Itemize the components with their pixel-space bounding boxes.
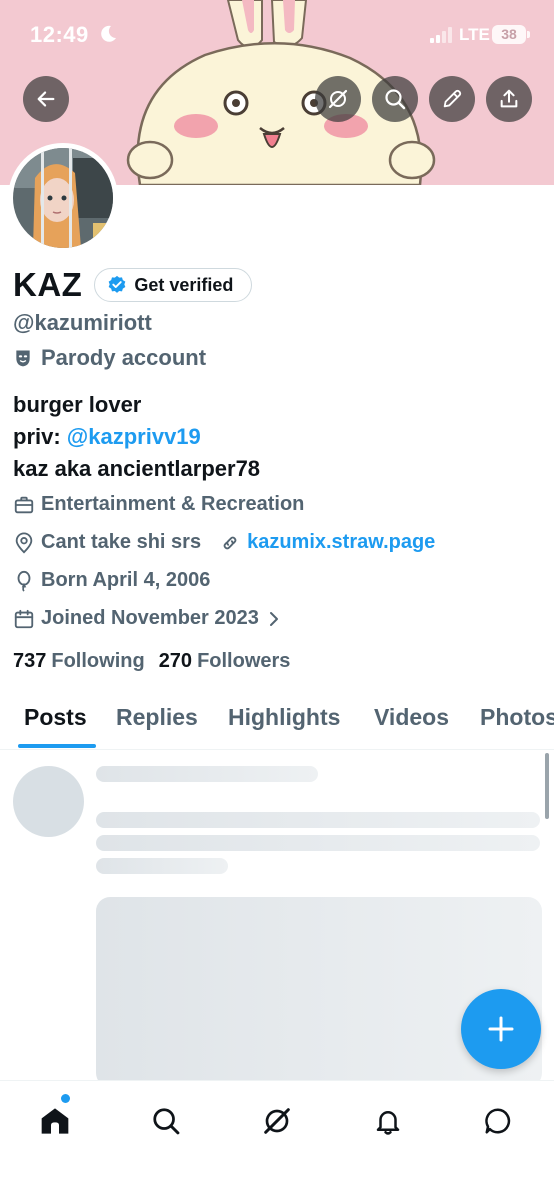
grok-icon [264, 1108, 290, 1134]
tab-highlights[interactable]: Highlights [228, 704, 340, 731]
battery-cap [527, 31, 530, 38]
profile-handle: @kazumiriott [13, 310, 152, 335]
grok-button[interactable] [315, 76, 361, 122]
skeleton-line [96, 812, 540, 828]
skeleton-line [96, 835, 540, 851]
grok-icon [328, 89, 348, 109]
get-verified-button[interactable]: Get verified [94, 268, 253, 302]
skeleton-line [96, 766, 318, 782]
briefcase-icon [14, 496, 34, 513]
scrollbar[interactable] [545, 753, 549, 819]
balloon-icon [17, 570, 31, 592]
joined-row[interactable]: Joined November 2023 [13, 607, 287, 630]
avatar-photo [13, 148, 113, 248]
do-not-disturb-moon-icon [101, 25, 116, 42]
display-name: KAZ [13, 266, 83, 303]
share-button[interactable] [486, 76, 532, 122]
tab-photos[interactable]: Photos [480, 704, 554, 731]
follow-counts: 737 Following 270 Followers [13, 650, 304, 673]
location-pin-icon [15, 532, 33, 553]
birthday-row: Born April 4, 2006 [13, 569, 210, 592]
nav-messages[interactable] [476, 1099, 520, 1143]
category-row: Entertainment & Recreation [13, 493, 304, 516]
nav-home[interactable] [33, 1099, 77, 1143]
bell-icon [376, 1111, 400, 1135]
status-bar: 12:49 LTE 38 [0, 0, 554, 70]
tab-posts[interactable]: Posts [24, 704, 87, 731]
skeleton-line [96, 858, 228, 874]
nav-search[interactable] [144, 1099, 188, 1143]
following-count[interactable]: 737 [13, 650, 46, 673]
search-profile-button[interactable] [372, 76, 418, 122]
link-icon [223, 536, 237, 549]
followers-count[interactable]: 270 [159, 650, 192, 673]
bio-line-2-prefix: priv: [13, 424, 67, 449]
bio-mention-link[interactable]: @kazprivv19 [67, 424, 201, 449]
edit-profile-button[interactable] [429, 76, 475, 122]
status-time: 12:49 [30, 22, 89, 47]
profile-category: Entertainment & Recreation [41, 493, 305, 515]
bottom-navigation [0, 1080, 554, 1200]
profile-location: Cant take shi srs [41, 531, 202, 553]
profile-joined: Joined November 2023 [41, 607, 259, 629]
location-website-row: Cant take shi srs kazumix.straw.page [13, 531, 435, 554]
skeleton-avatar [13, 766, 84, 837]
battery-indicator: 38 [492, 25, 526, 44]
profile-tabs: Posts Replies Highlights Videos Photos [0, 690, 554, 750]
search-icon [385, 89, 406, 110]
theater-mask-icon [16, 350, 30, 367]
profile-avatar[interactable] [8, 143, 118, 253]
chevron-right-icon [269, 611, 278, 626]
share-icon [500, 89, 518, 108]
nav-grok[interactable] [255, 1099, 299, 1143]
network-type: LTE [459, 25, 490, 44]
bio-line-3: kaz aka ancientlarper78 [13, 456, 261, 481]
back-button[interactable] [23, 76, 69, 122]
search-icon [153, 1108, 180, 1135]
cellular-signal-icon [430, 27, 452, 43]
parody-account-label[interactable]: Parody account [13, 345, 206, 371]
location-item: Cant take shi srs [13, 531, 201, 554]
parody-account-text: Parody account [41, 345, 207, 370]
verified-badge-icon [108, 275, 126, 293]
profile-birthday: Born April 4, 2006 [41, 569, 211, 591]
home-notification-dot [61, 1094, 70, 1103]
following-label[interactable]: Following [51, 650, 144, 673]
tab-replies[interactable]: Replies [116, 704, 198, 731]
bio-line-2: priv: @kazprivv19 [13, 421, 260, 453]
calendar-icon [14, 609, 34, 628]
plus-icon [488, 1016, 514, 1042]
profile-bio: burger lover priv: @kazprivv19 kaz aka a… [13, 389, 260, 485]
back-arrow-icon [37, 91, 55, 107]
home-icon [41, 1108, 69, 1134]
website-item[interactable]: kazumix.straw.page [219, 531, 435, 554]
messages-icon [485, 1108, 511, 1134]
profile-website-link[interactable]: kazumix.straw.page [247, 531, 435, 554]
get-verified-label: Get verified [134, 274, 234, 295]
followers-label[interactable]: Followers [197, 650, 290, 673]
bio-line-1: burger lover [13, 392, 142, 417]
edit-icon [443, 89, 462, 108]
compose-post-button[interactable] [461, 989, 541, 1069]
tab-videos[interactable]: Videos [374, 704, 449, 731]
name-row: KAZ Get verified [13, 266, 253, 304]
nav-notifications[interactable] [366, 1099, 410, 1143]
active-tab-indicator [18, 744, 96, 748]
